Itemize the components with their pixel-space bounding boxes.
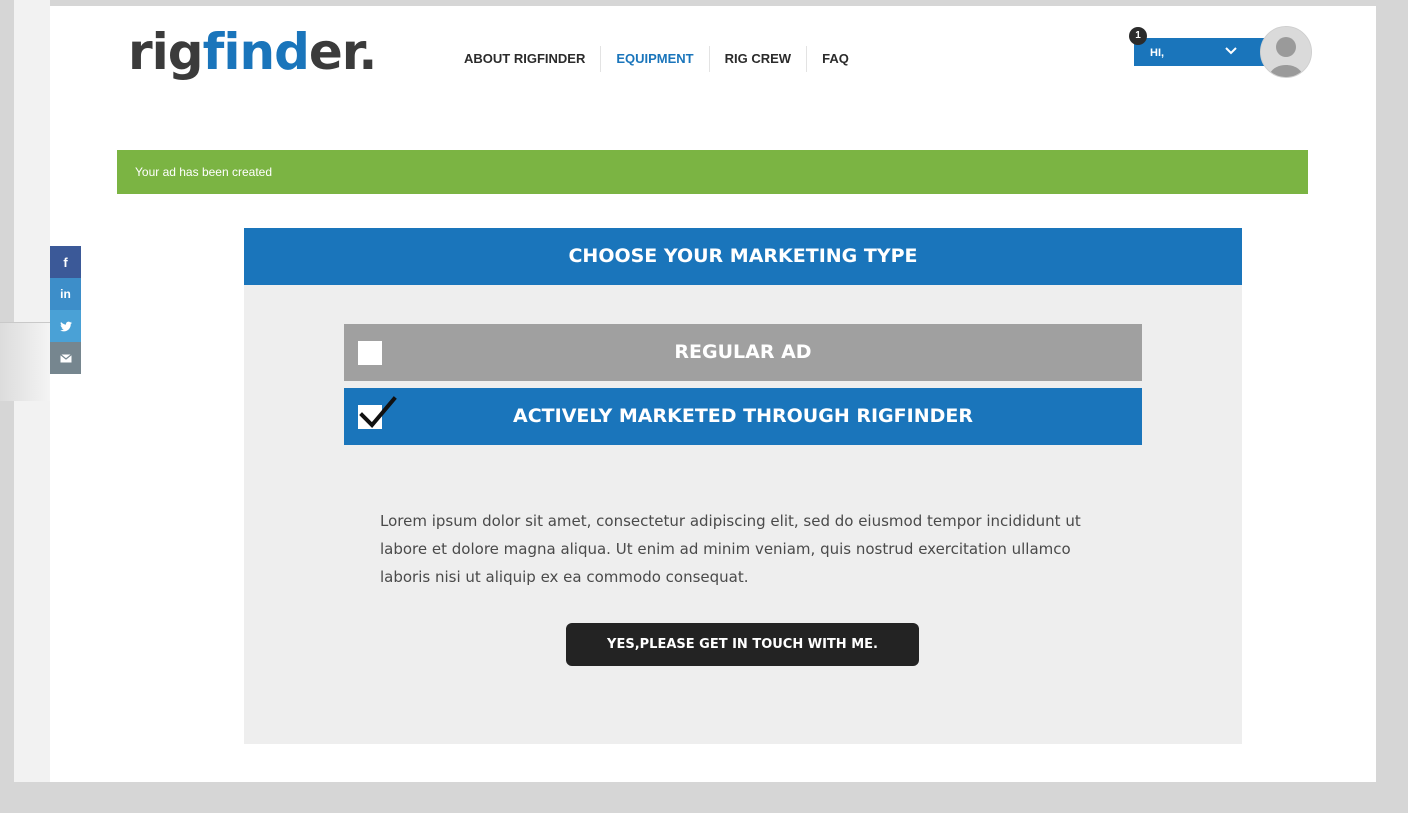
success-banner: Your ad has been created [117,150,1308,194]
logo-text-er: er. [308,23,377,81]
chevron-down-icon [1224,44,1237,55]
nav-item-rig-crew[interactable]: RIG CREW [708,46,806,72]
nav-item-about-rigfinder[interactable]: ABOUT RIGFINDER [464,46,600,72]
option-regular-ad[interactable]: REGULAR AD [344,324,1142,381]
marketing-description: Lorem ipsum dolor sit amet, consectetur … [380,512,1081,586]
social-share-bar: f in [50,246,81,374]
marketing-type-panel: CHOOSE YOUR MARKETING TYPE REGULAR AD AC… [244,228,1242,744]
twitter-icon[interactable] [50,310,81,342]
rigfinder-logo[interactable]: rigfinder. [128,22,377,82]
logo-text-find: find [202,23,310,81]
option-regular-ad-label: REGULAR AD [674,341,812,363]
panel-title: CHOOSE YOUR MARKETING TYPE [244,228,1242,285]
linkedin-icon[interactable]: in [50,278,81,310]
nav-item-equipment[interactable]: EQUIPMENT [600,46,708,72]
main-nav: ABOUT RIGFINDER EQUIPMENT RIG CREW FAQ [464,46,864,72]
option-actively-marketed-label: ACTIVELY MARKETED THROUGH RIGFINDER [513,405,973,427]
facebook-icon[interactable]: f [50,246,81,278]
side-tab-shadow [0,322,50,401]
notification-badge[interactable]: 1 [1129,27,1147,45]
option-actively-marketed[interactable]: ACTIVELY MARKETED THROUGH RIGFINDER [344,388,1142,445]
nav-item-faq[interactable]: FAQ [806,46,864,72]
user-menu-dropdown[interactable]: HI, [1134,38,1264,66]
logo-text-rig: rig [128,23,204,81]
user-greeting: HI, [1150,47,1165,59]
user-avatar-icon[interactable] [1260,26,1312,78]
get-in-touch-button[interactable]: YES,PLEASE GET IN TOUCH WITH ME. [566,623,919,666]
email-icon[interactable] [50,342,81,374]
